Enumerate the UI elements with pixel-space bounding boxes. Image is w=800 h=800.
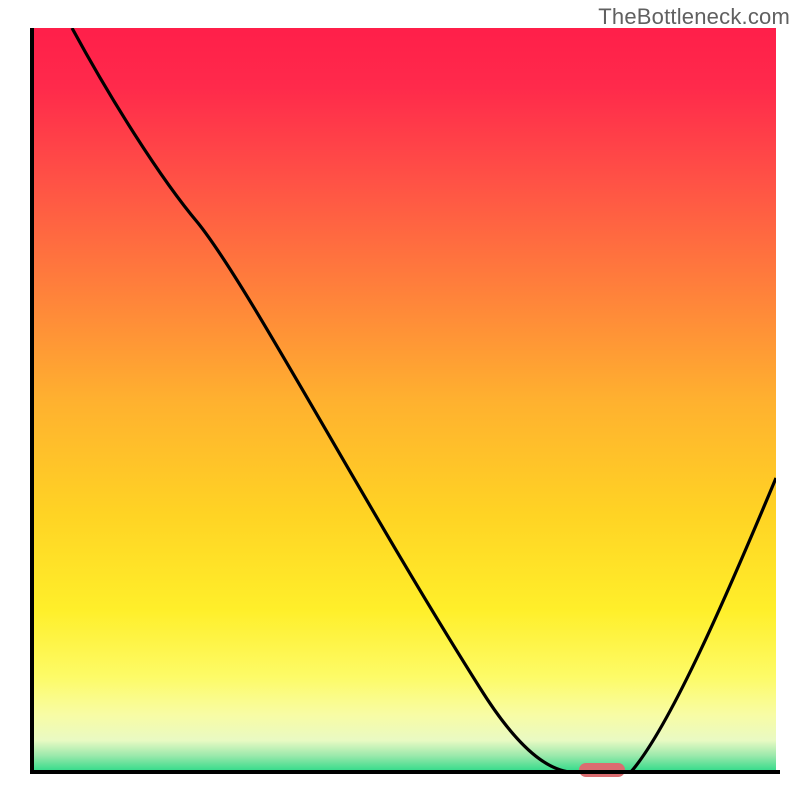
bottleneck-curve [30,28,776,774]
x-axis [30,770,780,774]
chart-container: TheBottleneck.com [0,0,800,800]
y-axis [30,28,34,774]
watermark-text: TheBottleneck.com [598,4,790,30]
plot-area [30,28,776,774]
